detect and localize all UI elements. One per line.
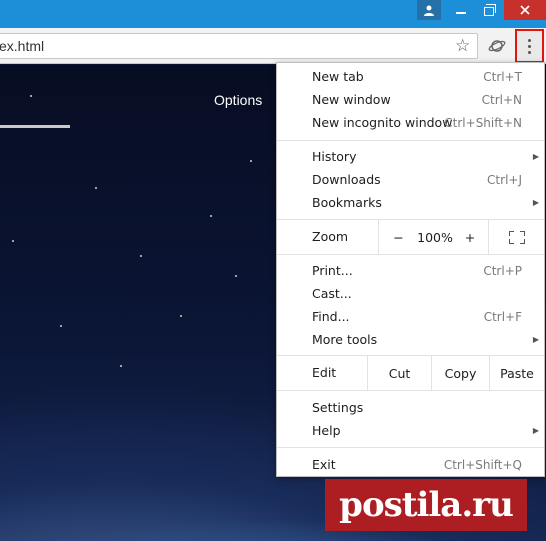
fullscreen-icon bbox=[508, 230, 525, 244]
menu-item-label: New window bbox=[312, 92, 391, 107]
star-dot bbox=[180, 315, 182, 317]
minimize-button[interactable] bbox=[447, 0, 475, 22]
minimize-icon bbox=[456, 12, 466, 14]
zoom-row: Zoom − 100% + bbox=[277, 220, 544, 254]
menu-item-shortcut: Ctrl+J bbox=[487, 172, 522, 187]
menu-item-settings[interactable]: Settings bbox=[277, 396, 544, 419]
paste-button[interactable]: Paste bbox=[489, 356, 544, 390]
menu-item-print[interactable]: Print... Ctrl+P bbox=[277, 259, 544, 282]
menu-item-shortcut: Ctrl+P bbox=[483, 263, 522, 278]
zoom-out-button[interactable]: − bbox=[378, 220, 418, 254]
menu-item-help[interactable]: Help ▶ bbox=[277, 419, 544, 442]
triangle-right-icon: ▶ bbox=[532, 198, 539, 207]
menu-item-label: Cast... bbox=[312, 286, 352, 301]
edit-label: Edit bbox=[312, 365, 337, 380]
menu-item-more-tools[interactable]: More tools ▶ bbox=[277, 328, 544, 351]
close-icon bbox=[520, 5, 530, 15]
menu-item-shortcut: Ctrl+T bbox=[483, 69, 522, 84]
menu-item-label: New tab bbox=[312, 69, 364, 84]
menu-item-new-incognito[interactable]: New incognito window Ctrl+Shift+N bbox=[277, 111, 544, 134]
menu-separator bbox=[277, 254, 544, 255]
menu-item-label: More tools bbox=[312, 332, 378, 347]
menu-item-label: Bookmarks bbox=[312, 195, 382, 210]
star-dot bbox=[30, 95, 32, 97]
menu-item-new-window[interactable]: New window Ctrl+N bbox=[277, 88, 544, 111]
triangle-right-icon: ▶ bbox=[532, 426, 539, 435]
menu-item-exit[interactable]: Exit Ctrl+Shift+Q bbox=[277, 453, 544, 476]
menu-item-shortcut: Ctrl+Shift+Q bbox=[443, 457, 522, 472]
restore-button[interactable] bbox=[475, 0, 503, 22]
profile-button[interactable] bbox=[417, 0, 441, 20]
star-dot bbox=[140, 255, 142, 257]
star-dot bbox=[12, 240, 14, 242]
star-dot bbox=[250, 160, 252, 162]
menu-item-new-tab[interactable]: New tab Ctrl+T bbox=[277, 65, 544, 88]
menu-item-shortcut: Ctrl+N bbox=[481, 92, 522, 107]
star-dot bbox=[210, 215, 212, 217]
menu-item-downloads[interactable]: Downloads Ctrl+J bbox=[277, 168, 544, 191]
star-icon[interactable]: ☆ bbox=[455, 36, 470, 56]
star-dot bbox=[60, 325, 62, 327]
chrome-menu: New tab Ctrl+T New window Ctrl+N New inc… bbox=[276, 62, 545, 477]
address-bar[interactable]: ex.html ☆ bbox=[0, 33, 478, 59]
menu-item-cast[interactable]: Cast... bbox=[277, 282, 544, 305]
watermark: postila.ru bbox=[325, 479, 527, 531]
zoom-percent: 100% bbox=[417, 229, 453, 245]
star-dot bbox=[120, 365, 122, 367]
copy-label: Copy bbox=[444, 365, 477, 381]
menu-item-label: Print... bbox=[312, 263, 353, 278]
star-dot bbox=[235, 275, 237, 277]
kebab-menu-icon bbox=[528, 38, 531, 54]
menu-item-label: Help bbox=[312, 423, 341, 438]
menu-item-history[interactable]: History ▶ bbox=[277, 145, 544, 168]
menu-separator bbox=[277, 390, 544, 391]
menu-separator bbox=[277, 447, 544, 448]
menu-item-label: History bbox=[312, 149, 357, 164]
options-link[interactable]: Options bbox=[214, 92, 262, 108]
browser-toolbar: ex.html ☆ bbox=[0, 28, 546, 64]
menu-item-find[interactable]: Find... Ctrl+F bbox=[277, 305, 544, 328]
menu-item-bookmarks[interactable]: Bookmarks ▶ bbox=[277, 191, 544, 214]
menu-item-shortcut: Ctrl+F bbox=[483, 309, 522, 324]
triangle-right-icon: ▶ bbox=[532, 335, 539, 344]
zoom-value: 100% bbox=[417, 220, 453, 254]
zoom-out-label: − bbox=[393, 229, 404, 245]
paste-label: Paste bbox=[500, 365, 534, 381]
menu-item-label: Exit bbox=[312, 457, 336, 472]
address-url[interactable]: ex.html bbox=[0, 38, 44, 54]
menu-item-label: New incognito window bbox=[312, 115, 453, 130]
menu-item-label: Settings bbox=[312, 400, 364, 415]
close-window-button[interactable] bbox=[504, 0, 546, 20]
chrome-menu-button[interactable] bbox=[515, 29, 544, 63]
window-titlebar bbox=[0, 0, 546, 28]
triangle-right-icon: ▶ bbox=[532, 152, 539, 161]
profile-icon bbox=[424, 5, 434, 16]
edit-row: Edit Cut Copy Paste bbox=[277, 356, 544, 390]
copy-button[interactable]: Copy bbox=[431, 356, 489, 390]
zoom-label: Zoom bbox=[312, 229, 349, 244]
extension-button[interactable] bbox=[486, 35, 508, 57]
cut-button[interactable]: Cut bbox=[367, 356, 431, 390]
menu-item-label: Find... bbox=[312, 309, 350, 324]
restore-icon bbox=[484, 3, 496, 16]
menu-separator bbox=[277, 140, 544, 141]
zoom-in-label: + bbox=[464, 229, 476, 245]
menu-item-shortcut: Ctrl+Shift+N bbox=[444, 115, 522, 130]
menu-item-label: Downloads bbox=[312, 172, 381, 187]
cut-label: Cut bbox=[388, 365, 411, 381]
star-dot bbox=[95, 187, 97, 189]
fullscreen-button[interactable] bbox=[488, 220, 544, 254]
progress-line bbox=[0, 125, 70, 128]
planet-icon bbox=[488, 40, 506, 52]
watermark-text: postila.ru bbox=[339, 485, 514, 525]
zoom-in-button[interactable]: + bbox=[452, 220, 488, 254]
